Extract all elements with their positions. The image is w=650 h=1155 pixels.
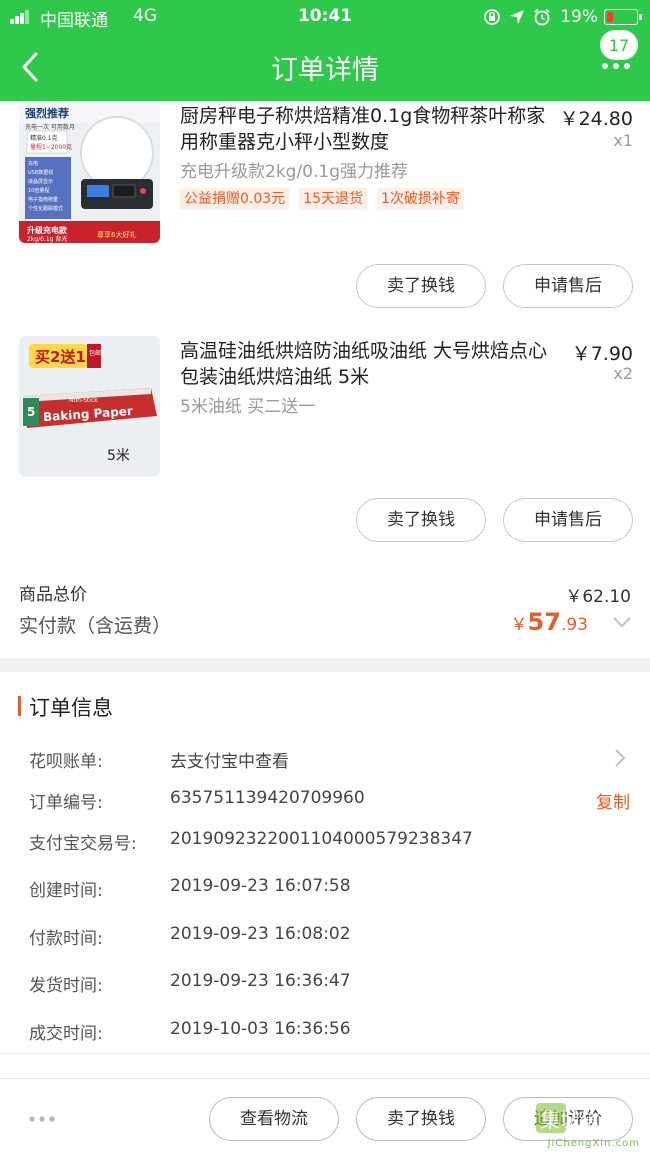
image-text-recommend: 强烈推荐 xyxy=(25,106,69,120)
image-text-gifts: 尊享6大好礼 xyxy=(97,230,136,239)
after-sales-button[interactable]: 申请售后 xyxy=(503,264,633,308)
orientation-lock-icon xyxy=(484,9,501,25)
resell-button[interactable]: 卖了换钱 xyxy=(356,498,486,542)
goods-total-value: ￥62.10 xyxy=(565,587,631,607)
image-text-promo: 买2送1 xyxy=(35,348,86,366)
watermark-text: JiChengXin.com xyxy=(547,1138,640,1149)
after-sales-button[interactable]: 申请售后 xyxy=(503,498,633,542)
goods-total-label: 商品总价 xyxy=(19,585,87,605)
product-price: ￥24.80 xyxy=(559,108,633,130)
completed-time-value: 2019-10-03 16:36:56 xyxy=(170,1019,351,1039)
paid-time-label: 付款时间: xyxy=(29,929,103,949)
order-number-value: 635751139420709960 xyxy=(170,788,365,808)
image-text-precision: 精准0.1克 xyxy=(30,134,58,142)
view-logistics-button[interactable]: 查看物流 xyxy=(209,1097,339,1141)
image-feature-2: USB数据线 xyxy=(28,169,53,176)
battery-icon xyxy=(604,9,642,25)
alipay-trade-no-value: 2019092322001104000579238347 xyxy=(170,829,473,849)
section-divider xyxy=(0,658,650,672)
paid-amount-label: 实付款（含运费） xyxy=(19,615,172,637)
product-image-baking-paper[interactable]: 买2送1 包邮 5 Non-Stick Baking Paper 5米 xyxy=(19,336,160,477)
shipped-time-value: 2019-09-23 16:36:47 xyxy=(170,971,351,991)
tag-return-policy: 15天退货 xyxy=(299,188,367,210)
order-item[interactable]: 强烈推荐 充电一次 可用数月 精准0.1克 量程1~2000克 充电 USB数据… xyxy=(0,101,650,321)
app-header: 中国联通 4G 10:41 19% 订单详情 17 xyxy=(0,0,650,101)
battery-level-fill xyxy=(607,12,614,22)
divider xyxy=(0,1053,650,1054)
image-text-upgrade: 升级充电款 xyxy=(27,225,68,235)
product-quantity: x1 xyxy=(613,131,633,150)
chevron-right-icon[interactable] xyxy=(614,748,626,768)
created-time-label: 创建时间: xyxy=(29,881,103,901)
page-title: 订单详情 xyxy=(271,55,379,86)
product-title[interactable]: 高温硅油纸烘焙防油纸吸油纸 大号烘焙点心包装油纸烘焙油纸 5米 xyxy=(180,338,550,390)
chevron-down-icon[interactable] xyxy=(612,615,632,629)
image-text-box-size: 5 xyxy=(27,405,35,419)
product-title[interactable]: 厨房秤电子称烘焙精准0.1g食物秤茶叶称家用称重器克小秤小型数度 xyxy=(180,103,550,155)
image-feature-4: 10倍量程 xyxy=(28,187,49,194)
image-feature-3: 液晶屏显示 xyxy=(28,178,53,185)
paid-integer: 57 xyxy=(527,608,561,636)
shipped-time-label: 发货时间: xyxy=(29,976,103,996)
paid-decimal: .93 xyxy=(560,615,588,635)
huabei-bill-label: 花呗账单: xyxy=(29,752,103,772)
status-icons: 19% xyxy=(482,5,642,29)
tag-charity: 公益捐赠0.03元 xyxy=(180,188,290,210)
product-sku: 充电升级款2kg/0.1g强力推荐 xyxy=(180,162,409,182)
paid-time-value: 2019-09-23 16:08:02 xyxy=(170,924,351,944)
alarm-icon xyxy=(534,8,550,26)
resell-button[interactable]: 卖了换钱 xyxy=(356,264,486,308)
order-info-title: 订单信息 xyxy=(29,696,113,720)
image-feature-5: 电子指南称重 xyxy=(28,196,58,203)
battery-percent: 19% xyxy=(560,7,598,27)
paid-amount-value: ￥57.93 xyxy=(511,608,588,636)
huabei-bill-link[interactable]: 去支付宝中查看 xyxy=(170,747,289,772)
image-feature-6: 个性化跟踪模式 xyxy=(28,205,63,212)
image-text-free-shipping: 包邮 xyxy=(89,349,101,357)
image-text-charge-note: 充电一次 可用数月 xyxy=(25,123,75,131)
order-item[interactable]: 买2送1 包邮 5 Non-Stick Baking Paper 5米 高温硅油… xyxy=(0,336,650,558)
image-text-backlight: 2kg/0.1g 背光 xyxy=(27,235,67,243)
more-actions-icon[interactable] xyxy=(28,1115,56,1123)
alipay-trade-no-label: 支付宝交易号: xyxy=(29,834,137,854)
watermark-glyph-1: 集城信 xyxy=(540,1108,600,1132)
order-number-label: 订单编号: xyxy=(29,793,103,813)
product-tags: 公益捐赠0.03元 15天退货 1次破损补寄 xyxy=(180,188,464,210)
copy-button[interactable]: 复制 xyxy=(596,788,630,813)
resell-button[interactable]: 卖了换钱 xyxy=(356,1097,486,1141)
image-text-range: 量程1~2000克 xyxy=(30,143,72,151)
tag-damage-reship: 1次破损补寄 xyxy=(377,188,464,210)
product-sku: 5米油纸 买二送一 xyxy=(180,397,316,417)
paid-currency: ￥ xyxy=(510,615,528,635)
product-quantity: x2 xyxy=(613,364,633,383)
section-accent-bar xyxy=(18,696,21,716)
created-time-value: 2019-09-23 16:07:58 xyxy=(170,876,351,896)
more-dots-icon[interactable] xyxy=(600,54,632,78)
image-text-nonstick: Non-Stick xyxy=(69,397,98,404)
image-feature-1: 充电 xyxy=(28,160,38,167)
location-icon xyxy=(510,10,525,24)
status-bar: 中国联通 4G 10:41 19% xyxy=(0,0,650,34)
image-text-length: 5米 xyxy=(107,448,130,464)
product-image-kitchen-scale[interactable]: 强烈推荐 充电一次 可用数月 精准0.1克 量程1~2000克 充电 USB数据… xyxy=(19,101,160,243)
product-price: ￥7.90 xyxy=(571,343,633,365)
completed-time-label: 成交时间: xyxy=(29,1024,103,1044)
